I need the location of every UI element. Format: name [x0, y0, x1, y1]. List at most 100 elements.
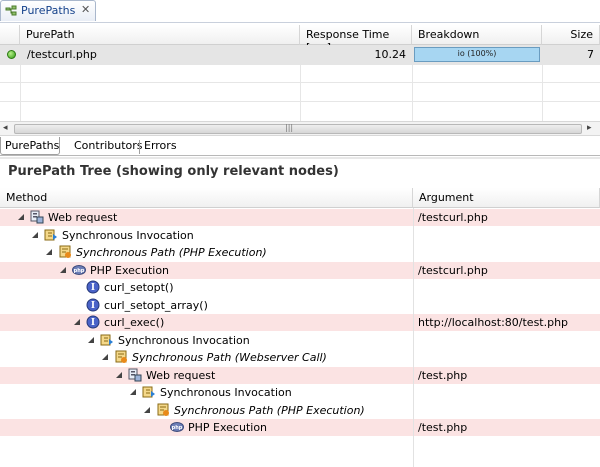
argument-cell: /testcurl.php — [418, 211, 488, 224]
column-header-purepath[interactable]: PurePath — [20, 25, 300, 45]
argument-cell: http://localhost:80/test.php — [418, 316, 569, 329]
purepaths-view-icon — [5, 5, 17, 16]
svg-text:I: I — [91, 318, 95, 328]
expand-toggle-icon[interactable] — [74, 319, 80, 325]
method-cell: curl_exec() — [104, 316, 165, 329]
tree-row[interactable]: Synchronous Invocation — [0, 227, 600, 244]
method-cell: Synchronous Invocation — [118, 333, 250, 347]
expand-toggle-icon[interactable] — [130, 389, 136, 395]
tab-purepaths-label: PurePaths — [21, 4, 76, 17]
sync-invocation-icon — [100, 334, 113, 345]
tree-row[interactable]: Icurl_setopt() — [0, 279, 600, 296]
expand-toggle-icon[interactable] — [144, 406, 150, 413]
sync-path-icon — [59, 245, 71, 258]
tree-row[interactable]: Icurl_exec() http://localhost:80/test.php — [0, 314, 600, 331]
status-column-header — [0, 25, 20, 45]
method-cell: Synchronous Path (Webserver Call) — [132, 351, 327, 364]
column-divider — [412, 65, 413, 121]
column-header-response-time[interactable]: Response Time [ms] — [300, 25, 412, 54]
response-time-cell: 10.24 — [374, 48, 407, 61]
column-header-method[interactable]: Method — [0, 188, 413, 208]
svg-text:I: I — [91, 283, 95, 293]
tree-row[interactable]: Synchronous Path (PHP Execution) — [0, 402, 600, 419]
column-divider — [413, 208, 414, 467]
tab-purepaths[interactable]: PurePaths ✕ — [0, 0, 96, 21]
tree-row[interactable]: Synchronous Path (Webserver Call) — [0, 349, 600, 366]
status-ok-icon — [7, 50, 16, 59]
column-divider — [20, 65, 21, 121]
web-request-icon — [30, 210, 44, 224]
tree-row[interactable]: Web request/test.php — [0, 366, 600, 384]
table-row[interactable]: /testcurl.php 10.24 io (100%) 7 — [0, 45, 600, 65]
column-header-size[interactable]: Size — [542, 25, 600, 45]
sync-invocation-icon — [142, 386, 155, 398]
column-divider — [542, 65, 543, 121]
view-tab-bar: PurePaths ✕ — [0, 0, 600, 23]
tree-row[interactable]: php PHP Execution/testcurl.php — [0, 261, 600, 279]
svg-text:php: php — [74, 268, 85, 274]
interface-method-icon: I — [86, 298, 100, 311]
scroll-left-arrow-icon[interactable]: ◂ — [3, 123, 8, 133]
method-cell: Synchronous Invocation — [62, 228, 194, 242]
column-header-label: PurePath — [26, 28, 75, 41]
method-cell: Synchronous Invocation — [160, 386, 292, 399]
size-cell: 7 — [587, 48, 594, 61]
tab-label: Contributors — [74, 139, 143, 152]
method-cell: PHP Execution — [90, 263, 170, 277]
sync-path-icon — [115, 350, 127, 363]
method-cell: curl_setopt_array() — [104, 298, 208, 312]
expand-toggle-icon[interactable] — [116, 371, 122, 378]
argument-cell: /test.php — [418, 368, 468, 382]
tree-row[interactable]: php PHP Execution/test.php — [0, 419, 600, 436]
svg-text:php: php — [172, 425, 183, 431]
tree-row[interactable]: Synchronous Invocation — [0, 384, 600, 401]
breakdown-bar: io (100%) — [414, 47, 540, 62]
column-divider — [300, 65, 301, 121]
svg-text:I: I — [91, 301, 95, 311]
tab-label: PurePaths — [5, 139, 60, 152]
tab-errors[interactable]: Errors — [140, 137, 180, 155]
tab-purepaths-sub[interactable]: PurePaths — [0, 137, 60, 155]
expand-toggle-icon[interactable] — [18, 214, 24, 220]
column-header-label: Breakdown — [418, 28, 480, 41]
php-icon: php — [72, 264, 86, 275]
breakdown-label: io (100%) — [457, 49, 497, 58]
method-cell: Web request — [48, 211, 118, 224]
interface-method-icon: I — [86, 280, 100, 294]
column-header-label: Size — [570, 28, 593, 41]
column-header-argument[interactable]: Argument — [413, 188, 600, 208]
method-cell: curl_setopt() — [104, 281, 174, 294]
method-cell: Web request — [146, 368, 216, 382]
horizontal-scrollbar[interactable]: ◂ ||| ▸ — [0, 121, 600, 136]
expand-toggle-icon[interactable] — [102, 354, 108, 360]
interface-method-icon: I — [86, 315, 100, 329]
close-icon[interactable]: ✕ — [81, 3, 93, 16]
expand-toggle-icon[interactable] — [60, 266, 66, 273]
tab-label: Errors — [144, 139, 177, 152]
php-icon: php — [170, 422, 184, 432]
argument-cell: /test.php — [418, 421, 468, 434]
column-header-label: Argument — [419, 191, 474, 204]
method-cell: Synchronous Path (PHP Execution) — [76, 246, 267, 259]
tab-contributors[interactable]: Contributors — [62, 137, 143, 155]
expand-toggle-icon[interactable] — [88, 336, 94, 343]
method-cell: Synchronous Path (PHP Execution) — [174, 403, 365, 417]
panel-divider — [0, 157, 600, 159]
panel-title: PurePath Tree (showing only relevant nod… — [8, 164, 339, 179]
tree-row[interactable]: Icurl_setopt_array() — [0, 297, 600, 314]
purepath-cell: /testcurl.php — [27, 48, 97, 61]
scroll-right-arrow-icon[interactable]: ▸ — [587, 123, 592, 133]
expand-toggle-icon[interactable] — [32, 231, 38, 238]
column-header-label: Method — [6, 191, 48, 204]
method-cell: PHP Execution — [188, 421, 268, 434]
grip-icon: ||| — [285, 123, 294, 132]
tree-row[interactable]: Synchronous Path (PHP Execution) — [0, 244, 600, 261]
expand-toggle-icon[interactable] — [46, 249, 52, 255]
scrollbar-thumb[interactable]: ||| — [14, 123, 582, 134]
web-request-icon — [128, 368, 142, 381]
sync-invocation-icon — [44, 229, 57, 240]
tree-row[interactable]: Web request/testcurl.php — [0, 209, 600, 226]
tree-row[interactable]: Synchronous Invocation — [0, 332, 600, 349]
sync-path-icon — [157, 403, 169, 416]
column-header-breakdown[interactable]: Breakdown — [412, 25, 542, 45]
